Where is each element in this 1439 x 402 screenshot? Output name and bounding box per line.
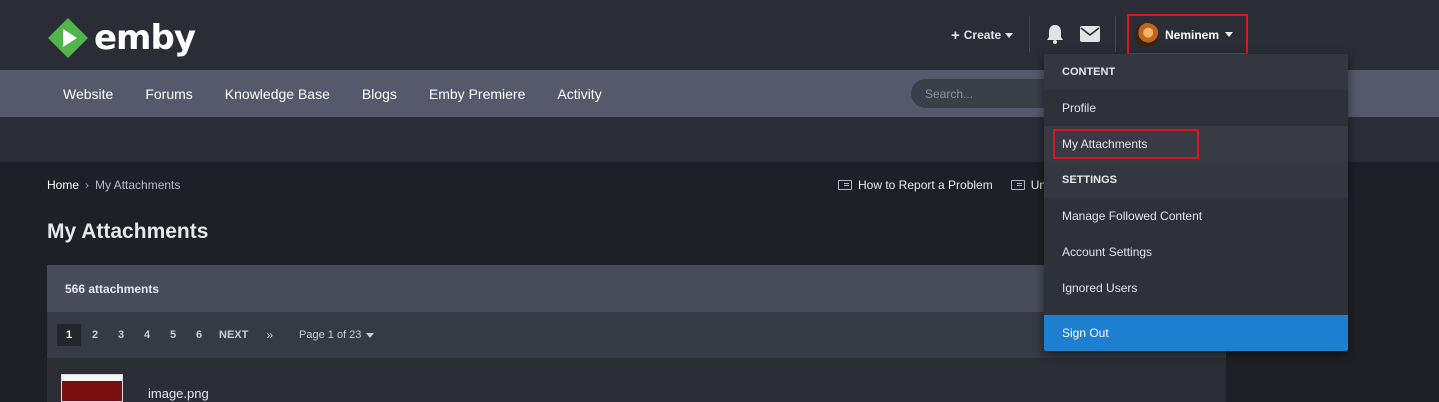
page-jump-label: Page 1 of 23 — [299, 329, 362, 341]
caret-down-icon — [1005, 32, 1014, 38]
sign-out-button[interactable]: Sign Out — [1044, 315, 1348, 351]
header-divider — [1115, 16, 1116, 52]
chevron-right-icon: › — [85, 178, 90, 192]
next-page-button[interactable]: NEXT — [219, 329, 248, 341]
help-link-report-problem[interactable]: How to Report a Problem — [838, 178, 993, 192]
nav-activity[interactable]: Activity — [557, 86, 601, 102]
nav-knowledge-base[interactable]: Knowledge Base — [225, 86, 330, 102]
page-4[interactable]: 4 — [135, 324, 159, 346]
document-icon — [838, 180, 852, 190]
page-2[interactable]: 2 — [83, 324, 107, 346]
header-divider — [1029, 16, 1030, 52]
nav-blogs[interactable]: Blogs — [362, 86, 397, 102]
create-button[interactable]: + Create — [951, 24, 1014, 46]
page-1[interactable]: 1 — [57, 324, 81, 346]
breadcrumb-current[interactable]: My Attachments — [95, 178, 180, 192]
bell-icon[interactable] — [1046, 24, 1064, 44]
breadcrumb-home[interactable]: Home — [47, 178, 79, 192]
page-6[interactable]: 6 — [187, 324, 211, 346]
emby-logo[interactable]: emby — [46, 16, 196, 60]
menu-item-ignored-users[interactable]: Ignored Users — [1044, 270, 1348, 306]
page-3[interactable]: 3 — [109, 324, 133, 346]
breadcrumb: Home › My Attachments — [47, 178, 180, 192]
attachment-name[interactable]: image.png — [148, 386, 209, 401]
emby-logo-icon — [48, 18, 88, 58]
document-icon — [1010, 180, 1025, 190]
page-5[interactable]: 5 — [161, 324, 185, 346]
help-link-label: How to Report a Problem — [858, 178, 993, 192]
highlight-box — [1053, 129, 1199, 159]
menu-item-account-settings[interactable]: Account Settings — [1044, 234, 1348, 270]
menu-item-manage-followed[interactable]: Manage Followed Content — [1044, 198, 1348, 234]
caret-down-icon — [1225, 32, 1234, 37]
logo-text: emby — [94, 18, 196, 58]
create-label: Create — [963, 28, 1002, 42]
user-name: Neminem — [1165, 27, 1220, 42]
envelope-icon[interactable] — [1080, 26, 1100, 42]
nav-forums[interactable]: Forums — [145, 86, 192, 102]
menu-item-profile[interactable]: Profile — [1044, 90, 1348, 126]
user-menu-button[interactable]: Neminem — [1127, 14, 1248, 55]
user-dropdown-menu: CONTENT Profile My Attachments SETTINGS … — [1044, 54, 1348, 351]
nav-website[interactable]: Website — [63, 86, 113, 102]
list-item: image.png — [47, 358, 1226, 402]
plus-icon: + — [951, 26, 960, 44]
nav-emby-premiere[interactable]: Emby Premiere — [429, 86, 525, 102]
nav-items: Website Forums Knowledge Base Blogs Emby… — [63, 70, 634, 117]
last-page-button[interactable]: » — [266, 328, 273, 342]
help-link-second[interactable]: Un — [1010, 178, 1046, 192]
avatar — [1135, 22, 1159, 47]
menu-section-content: CONTENT — [1044, 54, 1348, 90]
page-title: My Attachments — [47, 220, 209, 243]
page-jump-dropdown[interactable]: Page 1 of 23 — [299, 329, 375, 341]
help-links: How to Report a Problem Un — [838, 178, 1046, 192]
attachment-thumbnail[interactable] — [61, 374, 123, 402]
caret-down-icon — [366, 332, 375, 338]
menu-item-my-attachments[interactable]: My Attachments — [1044, 126, 1348, 162]
menu-section-settings: SETTINGS — [1044, 162, 1348, 198]
